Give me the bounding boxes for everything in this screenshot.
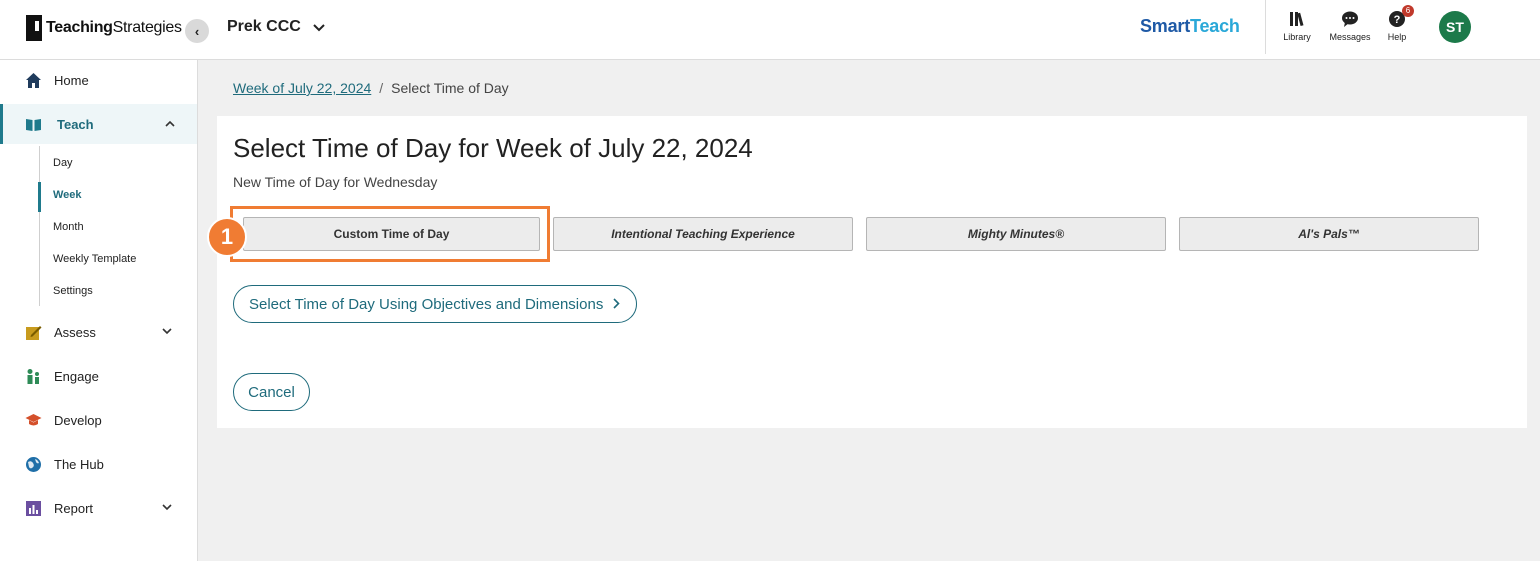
family-icon bbox=[27, 368, 39, 384]
logo-icon bbox=[26, 15, 42, 41]
graduation-cap-icon bbox=[25, 413, 42, 425]
sidebar-subitem-month[interactable]: Month bbox=[53, 221, 84, 233]
smartteach-brand: SmartTeach bbox=[1140, 16, 1240, 37]
top-bar: TeachingStrategies ‹ Prek CCC SmartTeach… bbox=[0, 0, 1540, 60]
breadcrumb-week-link[interactable]: Week of July 22, 2024 bbox=[233, 80, 371, 96]
chevron-right-icon bbox=[613, 297, 620, 312]
chevron-down-icon[interactable] bbox=[162, 326, 172, 338]
sidebar-label-teach: Teach bbox=[57, 116, 94, 132]
sidebar-item-the-hub[interactable]: The Hub bbox=[0, 444, 197, 484]
sidebar-label-assess: Assess bbox=[54, 324, 96, 340]
chevron-left-icon[interactable]: ‹ bbox=[185, 19, 209, 43]
sidebar-item-teach[interactable]: Teach bbox=[0, 104, 197, 144]
page-title: Select Time of Day for Week of July 22, … bbox=[233, 133, 753, 163]
sidebar-label-report: Report bbox=[54, 500, 94, 516]
page-subtitle: New Time of Day for Wednesday bbox=[233, 174, 438, 190]
help-label: Help bbox=[1387, 32, 1407, 42]
submenu-active-indicator bbox=[38, 182, 41, 212]
sidebar-label-develop: Develop bbox=[54, 412, 102, 428]
library-label: Library bbox=[1283, 32, 1311, 42]
submenu-line bbox=[39, 146, 40, 306]
chevron-down-icon[interactable] bbox=[162, 502, 172, 514]
intentional-teaching-experience-button[interactable]: Intentional Teaching Experience bbox=[553, 217, 853, 251]
objectives-button-label: Select Time of Day Using Objectives and … bbox=[249, 295, 604, 313]
help-button[interactable]: ? 6 Help bbox=[1369, 5, 1425, 42]
sidebar-item-home[interactable]: Home bbox=[0, 60, 197, 100]
chevron-up-icon[interactable] bbox=[165, 118, 175, 130]
mighty-minutes-button[interactable]: Mighty Minutes® bbox=[866, 217, 1166, 251]
brand-main: Smart bbox=[1140, 16, 1191, 36]
step-highlight-box bbox=[230, 206, 550, 262]
pencil-note-icon bbox=[26, 325, 42, 340]
class-selector[interactable]: Prek CCC bbox=[227, 18, 325, 36]
sidebar-item-develop[interactable]: Develop bbox=[0, 400, 197, 440]
globe-icon bbox=[26, 456, 41, 472]
brand-accent: Teach bbox=[1190, 16, 1240, 36]
home-icon bbox=[26, 72, 41, 88]
step-number-badge: 1 bbox=[207, 217, 247, 257]
teaching-strategies-logo[interactable]: TeachingStrategies bbox=[26, 15, 182, 41]
sidebar: Home Teach Day Week Month Weekly Templat… bbox=[0, 60, 198, 561]
library-button[interactable]: Library bbox=[1269, 10, 1325, 42]
main-card: Select Time of Day for Week of July 22, … bbox=[207, 116, 1527, 428]
book-icon bbox=[26, 118, 41, 131]
breadcrumb: Week of July 22, 2024 / Select Time of Day bbox=[233, 80, 509, 96]
objectives-dimensions-button[interactable]: Select Time of Day Using Objectives and … bbox=[233, 285, 637, 323]
sidebar-label-engage: Engage bbox=[54, 368, 99, 384]
sidebar-item-assess[interactable]: Assess bbox=[0, 312, 197, 352]
library-icon bbox=[1290, 12, 1304, 27]
messages-label: Messages bbox=[1329, 32, 1371, 42]
svg-text:?: ? bbox=[1394, 14, 1401, 26]
bar-chart-icon bbox=[26, 500, 41, 516]
help-badge: 6 bbox=[1402, 5, 1414, 17]
sidebar-label-home: Home bbox=[54, 72, 89, 88]
breadcrumb-separator: / bbox=[379, 80, 384, 96]
sidebar-label-the-hub: The Hub bbox=[54, 456, 104, 472]
breadcrumb-current: Select Time of Day bbox=[391, 80, 509, 96]
sidebar-subitem-week[interactable]: Week bbox=[53, 189, 82, 201]
logo-text-rest: Strategies bbox=[112, 19, 182, 36]
logo-text-bold: Teaching bbox=[46, 19, 113, 36]
sidebar-item-engage[interactable]: Engage bbox=[0, 356, 197, 396]
class-name: Prek CCC bbox=[227, 18, 301, 35]
messages-icon bbox=[1342, 11, 1358, 27]
chevron-down-icon bbox=[313, 19, 325, 35]
sidebar-subitem-settings[interactable]: Settings bbox=[53, 285, 93, 297]
als-pals-button[interactable]: Al's Pals™ bbox=[1179, 217, 1479, 251]
top-divider bbox=[1265, 0, 1266, 54]
sidebar-subitem-day[interactable]: Day bbox=[53, 157, 73, 169]
avatar[interactable]: ST bbox=[1439, 11, 1471, 43]
sidebar-subitem-weekly-template[interactable]: Weekly Template bbox=[53, 253, 136, 265]
sidebar-item-report[interactable]: Report bbox=[0, 488, 197, 528]
cancel-button[interactable]: Cancel bbox=[233, 373, 310, 411]
